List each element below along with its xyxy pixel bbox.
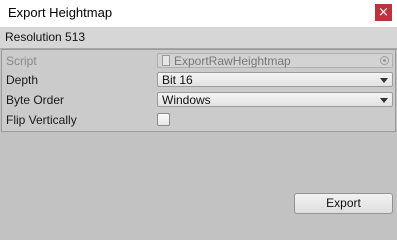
depth-row: Depth Bit 16 — [2, 70, 395, 90]
inspector-panel: Script ExportRawHeightmap Depth Bit 16 B… — [1, 49, 396, 132]
window-title: Export Heightmap — [8, 5, 113, 20]
flip-vertically-label: Flip Vertically — [6, 113, 77, 127]
byte-order-dropdown[interactable]: Windows — [157, 92, 393, 107]
title-bar[interactable]: Export Heightmap × — [0, 0, 397, 27]
depth-label: Depth — [6, 73, 39, 87]
script-object-field: ExportRawHeightmap — [157, 53, 393, 68]
script-row: Script ExportRawHeightmap — [2, 51, 395, 71]
depth-dropdown[interactable]: Bit 16 — [157, 72, 393, 87]
depth-value: Bit 16 — [162, 73, 193, 87]
export-heightmap-window: Export Heightmap × Resolution 513 Script… — [0, 0, 397, 223]
close-button[interactable]: × — [375, 4, 392, 21]
resolution-label: Resolution 513 — [5, 30, 86, 44]
byte-order-label: Byte Order — [6, 93, 65, 107]
byte-order-value: Windows — [162, 93, 211, 107]
byte-order-row: Byte Order Windows — [2, 90, 395, 110]
dropdown-arrow-icon — [380, 98, 388, 103]
export-button[interactable]: Export — [294, 193, 393, 214]
flip-vertically-checkbox[interactable] — [157, 113, 170, 126]
script-value: ExportRawHeightmap — [174, 54, 291, 68]
close-icon: × — [378, 5, 389, 20]
script-label: Script — [6, 54, 37, 68]
script-file-icon — [162, 55, 170, 66]
object-picker-icon[interactable] — [380, 56, 389, 65]
resolution-header: Resolution 513 — [0, 27, 397, 49]
dropdown-arrow-icon — [380, 78, 388, 83]
flip-vertically-row: Flip Vertically — [2, 110, 395, 130]
